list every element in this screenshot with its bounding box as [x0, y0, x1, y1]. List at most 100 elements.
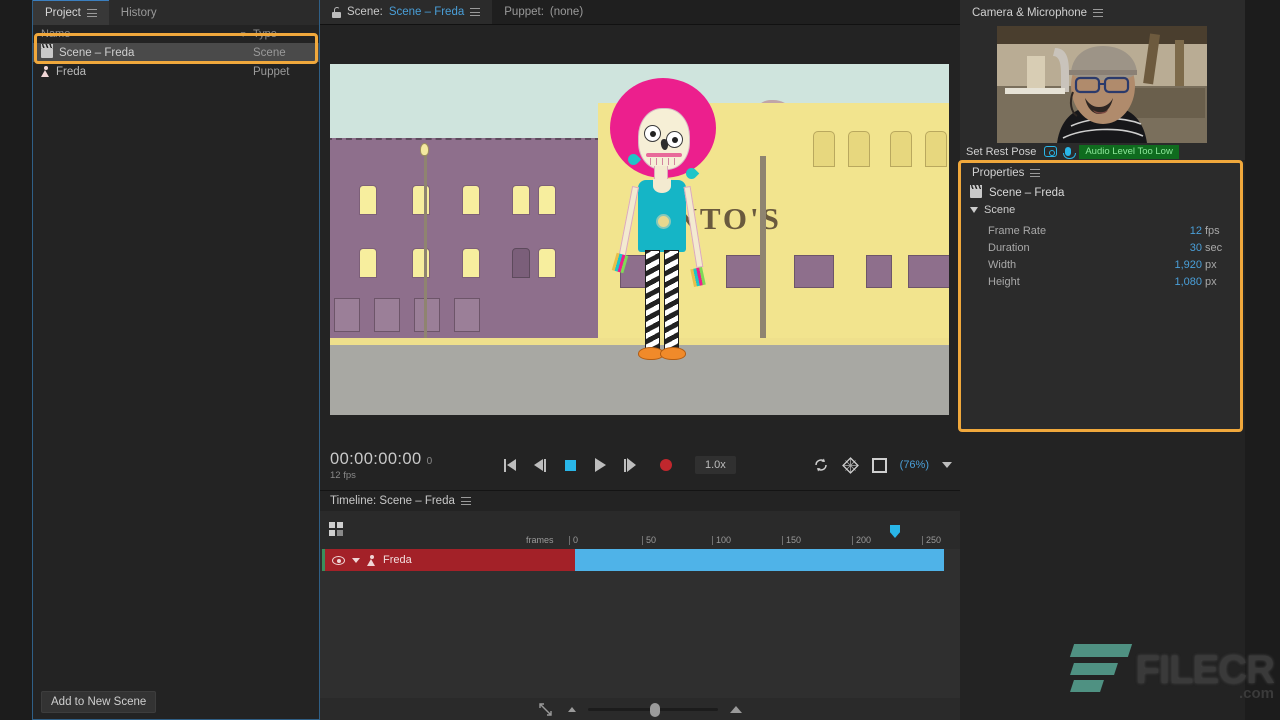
scene-canvas[interactable]: B NTO'S: [330, 64, 949, 415]
sort-caret-icon[interactable]: ▼: [239, 30, 247, 39]
step-back-button[interactable]: [525, 452, 555, 478]
add-to-new-scene-button[interactable]: Add to New Scene: [41, 691, 156, 713]
tab-camera-microphone[interactable]: Camera & Microphone: [960, 0, 1115, 25]
skip-back-icon: [507, 459, 516, 471]
project-row-name: Scene – Freda: [41, 47, 253, 59]
filecr-logo-icon: [1072, 640, 1134, 702]
properties-tabbar: Properties: [960, 162, 1241, 184]
zoom-slider-knob[interactable]: [650, 703, 660, 717]
tab-properties[interactable]: Properties: [960, 162, 1052, 184]
tab-properties-label: Properties: [972, 167, 1024, 179]
play-icon: [595, 458, 606, 472]
step-back-icon: [534, 459, 543, 471]
property-value[interactable]: 1,080: [1174, 276, 1202, 288]
puppet-icon: [41, 66, 50, 77]
tab-scene[interactable]: Scene: Scene – Freda: [320, 0, 492, 24]
property-row-duration[interactable]: Duration 30 sec: [960, 239, 1241, 256]
stage-area: B NTO'S: [320, 25, 960, 440]
chevron-down-icon[interactable]: [970, 207, 978, 213]
camera-preview[interactable]: [997, 26, 1207, 143]
tab-history[interactable]: History: [109, 0, 169, 25]
camera-tabbar: Camera & Microphone: [960, 0, 1245, 25]
expand-arrows-icon[interactable]: [539, 703, 552, 716]
refresh-icon[interactable]: [813, 457, 829, 473]
zoom-level-value[interactable]: (76%): [900, 459, 929, 471]
zoom-in-mountain-icon[interactable]: [730, 706, 742, 713]
properties-group-label: Scene: [984, 204, 1015, 216]
ruler-frames-label: frames: [526, 535, 554, 545]
building-purple: [330, 138, 611, 338]
tab-camera-label: Camera & Microphone: [972, 7, 1087, 19]
property-row-frame-rate[interactable]: Frame Rate 12 fps: [960, 222, 1241, 239]
lock-open-icon[interactable]: [332, 7, 341, 18]
track-header-freda[interactable]: Freda: [322, 549, 575, 571]
timeline-clip[interactable]: [575, 549, 944, 571]
property-value[interactable]: 30: [1190, 242, 1202, 254]
square-icon[interactable]: [872, 458, 887, 473]
scene-panel: Scene: Scene – Freda Puppet: (none): [320, 0, 960, 490]
panel-menu-icon[interactable]: [461, 497, 471, 505]
window: [462, 185, 480, 215]
snapping-icon[interactable]: [329, 522, 345, 537]
tab-timeline[interactable]: Timeline: Scene – Freda: [320, 491, 481, 511]
property-unit: sec: [1205, 242, 1229, 254]
timeline-tabbar: Timeline: Scene – Freda: [320, 491, 960, 511]
timeline-zoom-slider[interactable]: [588, 708, 718, 711]
set-rest-pose-button[interactable]: Set Rest Pose: [966, 146, 1036, 158]
step-forward-button[interactable]: [615, 452, 645, 478]
properties-item-label: Scene – Freda: [989, 187, 1064, 199]
panel-menu-icon[interactable]: [470, 8, 480, 16]
playback-speed-value[interactable]: 1.0x: [695, 456, 736, 474]
property-label: Frame Rate: [988, 225, 1190, 237]
camera-microphone-panel: Camera & Microphone: [960, 0, 1245, 160]
project-row-scene[interactable]: Scene – Freda Scene: [33, 43, 319, 62]
stop-button[interactable]: [555, 452, 585, 478]
chevron-down-icon[interactable]: [352, 558, 360, 563]
ruler-frame-tick: 200: [856, 535, 871, 545]
puppet-character-freda[interactable]: [598, 82, 718, 410]
window: [359, 185, 377, 215]
property-unit: px: [1205, 259, 1229, 271]
chevron-down-icon[interactable]: [942, 462, 952, 468]
track-label: Freda: [383, 554, 412, 566]
property-unit: fps: [1205, 225, 1229, 237]
tab-puppet[interactable]: Puppet: (none): [492, 0, 595, 24]
zoom-out-mountain-icon[interactable]: [568, 707, 576, 712]
ruler-frame-tick: 250: [926, 535, 941, 545]
tab-scene-label[interactable]: Scene – Freda: [389, 6, 464, 18]
property-row-height[interactable]: Height 1,080 px: [960, 273, 1241, 290]
project-row-puppet[interactable]: Freda Puppet: [33, 62, 319, 81]
panel-menu-icon[interactable]: [1093, 9, 1103, 17]
play-button[interactable]: [585, 452, 615, 478]
property-label: Height: [988, 276, 1174, 288]
right-rail: [1245, 0, 1280, 720]
lamp-post: [424, 152, 427, 360]
timecode-sub: 0: [427, 456, 433, 467]
eye-icon[interactable]: [332, 556, 345, 565]
view-controls: (76%): [813, 457, 952, 474]
camera-icon[interactable]: [1044, 146, 1057, 157]
property-value[interactable]: 12: [1190, 225, 1202, 237]
clapperboard-icon: [41, 48, 53, 58]
go-to-start-button[interactable]: [495, 452, 525, 478]
property-value[interactable]: 1,920: [1174, 259, 1202, 271]
ruler-frame-tick: 50: [646, 535, 656, 545]
timecode-value: 00:00:00:00: [330, 450, 422, 468]
properties-group-scene[interactable]: Scene: [960, 202, 1241, 218]
property-row-width[interactable]: Width 1,920 px: [960, 256, 1241, 273]
project-row-puppet-type: Puppet: [253, 66, 311, 78]
shoe-right: [660, 347, 686, 360]
record-button[interactable]: [651, 452, 681, 478]
column-name-label: Name: [41, 28, 239, 40]
panel-menu-icon[interactable]: [87, 9, 97, 17]
timeline-panel: Timeline: Scene – Freda frames m:ss 0 50…: [320, 490, 960, 720]
window: [848, 131, 870, 167]
audio-level-warning-badge: Audio Level Too Low: [1079, 145, 1179, 159]
tab-project[interactable]: Project: [33, 0, 109, 25]
hand-left: [612, 253, 628, 274]
window: [334, 298, 360, 332]
panel-menu-icon[interactable]: [1030, 169, 1040, 177]
timecode-display[interactable]: 00:00:00:00 0 12 fps: [330, 450, 495, 481]
microphone-icon[interactable]: [1065, 147, 1071, 156]
mesh-diamond-icon[interactable]: [842, 457, 859, 474]
